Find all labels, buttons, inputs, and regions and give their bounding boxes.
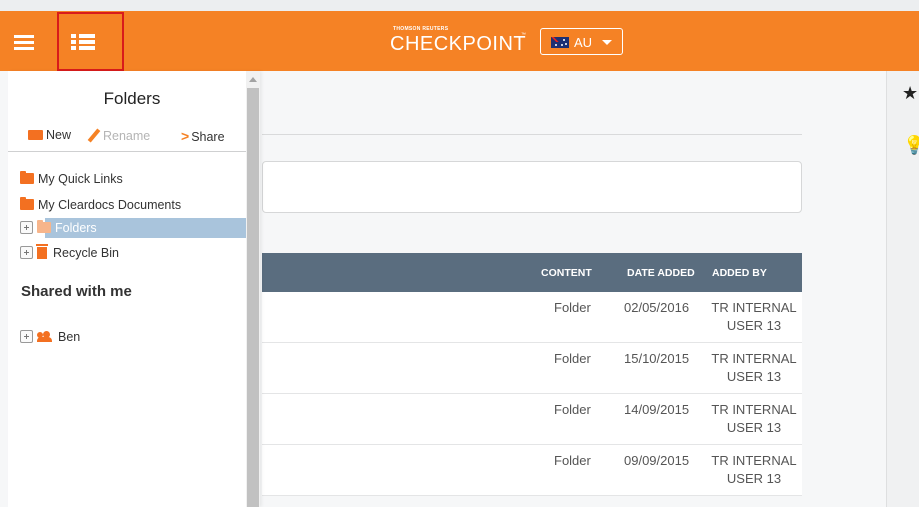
divider — [8, 151, 246, 152]
column-header-content[interactable]: CONTENT — [541, 267, 592, 279]
chevron-down-icon — [602, 40, 612, 45]
tree-item-label: Folders — [55, 221, 97, 235]
tree-item-label: My Quick Links — [38, 172, 123, 186]
cell-added-by: TR INTERNAL USER 13 — [711, 351, 797, 384]
tree-item-label: My Cleardocs Documents — [38, 198, 182, 212]
cell-content: Folder — [554, 300, 591, 315]
window-top-strip — [0, 0, 919, 11]
star-icon[interactable]: ★ — [902, 83, 918, 104]
cell-content: Folder — [554, 351, 591, 366]
cell-added-by: TR INTERNAL USER 13 — [711, 300, 797, 333]
expand-icon[interactable] — [20, 246, 33, 259]
users-icon — [37, 331, 52, 342]
tree-item-my-quick-links[interactable]: My Quick Links — [20, 171, 123, 186]
cell-added-by: TR INTERNAL USER 13 — [711, 453, 797, 486]
cell-date: 02/05/2016 — [624, 300, 690, 315]
tree-item-ben[interactable]: Ben — [20, 330, 80, 344]
rename-label: Rename — [103, 129, 151, 143]
tree-item-folders[interactable]: Folders — [20, 220, 97, 235]
expand-icon[interactable] — [20, 221, 33, 234]
share-label: Share — [191, 130, 225, 144]
new-folder-button[interactable]: New — [28, 128, 71, 142]
trash-icon — [36, 244, 48, 259]
panel-title: Folders — [103, 89, 161, 108]
tree-item-label: Ben — [58, 330, 81, 344]
table-row[interactable]: Folder 09/09/2015 TR INTERNAL USER 13 — [262, 445, 802, 496]
panel-scrollbar[interactable] — [246, 71, 260, 507]
divider — [262, 134, 802, 135]
hamburger-icon[interactable] — [14, 35, 34, 51]
folder-tree-icon — [71, 34, 95, 51]
brand-trademark: ™ — [521, 32, 526, 38]
scrollbar-thumb[interactable] — [247, 88, 259, 507]
right-utility-bar: ★ 💡 — [886, 71, 919, 507]
folder-plus-icon — [28, 130, 43, 140]
region-code: AU — [574, 35, 593, 50]
share-icon: > — [181, 128, 190, 144]
shared-with-me-heading: Shared with me — [21, 283, 132, 300]
tree-item-label: Recycle Bin — [53, 246, 119, 260]
folder-tree-toggle-button[interactable] — [57, 12, 124, 71]
scroll-up-icon[interactable] — [249, 77, 257, 82]
lightbulb-icon[interactable]: 💡 — [903, 135, 919, 156]
search-input[interactable] — [262, 161, 802, 213]
australia-flag-icon — [551, 37, 569, 48]
cell-date: 14/09/2015 — [624, 402, 690, 417]
folder-icon — [37, 220, 51, 233]
folder-icon — [20, 171, 34, 184]
cell-content: Folder — [554, 453, 591, 468]
folder-icon — [20, 197, 34, 210]
pencil-icon — [87, 128, 101, 143]
top-header: THOMSON REUTERS CHECKPOINT ™ AU — [0, 11, 919, 71]
tree-item-my-cleardocs-documents[interactable]: My Cleardocs Documents — [20, 197, 182, 212]
brand-logo[interactable]: CHECKPOINT — [390, 33, 526, 56]
share-button[interactable]: > Share — [181, 128, 225, 144]
column-header-date-added[interactable]: DATE ADDED — [627, 267, 695, 279]
folders-panel: Folders New Rename > Share My Quick Links… — [8, 71, 260, 507]
cell-content: Folder — [554, 402, 591, 417]
cell-added-by: TR INTERNAL USER 13 — [711, 402, 797, 435]
region-selector[interactable]: AU — [540, 28, 623, 55]
table-row[interactable]: Folder 02/05/2016 TR INTERNAL USER 13 — [262, 292, 802, 343]
documents-table: CONTENT DATE ADDED ADDED BY Folder 02/05… — [262, 253, 802, 496]
table-row[interactable]: Folder 14/09/2015 TR INTERNAL USER 13 — [262, 394, 802, 445]
cell-date: 09/09/2015 — [624, 453, 690, 468]
brand-company-label: THOMSON REUTERS — [393, 26, 449, 32]
table-header: CONTENT DATE ADDED ADDED BY — [262, 253, 802, 292]
app-window: THOMSON REUTERS CHECKPOINT ™ AU CONTENT … — [0, 0, 919, 507]
rename-button[interactable]: Rename — [87, 128, 151, 143]
column-header-added-by[interactable]: ADDED BY — [712, 267, 767, 279]
cell-date: 15/10/2015 — [624, 351, 690, 366]
table-row[interactable]: Folder 15/10/2015 TR INTERNAL USER 13 — [262, 343, 802, 394]
new-label: New — [46, 128, 72, 142]
tree-item-recycle-bin[interactable]: Recycle Bin — [20, 244, 119, 260]
expand-icon[interactable] — [20, 330, 33, 343]
